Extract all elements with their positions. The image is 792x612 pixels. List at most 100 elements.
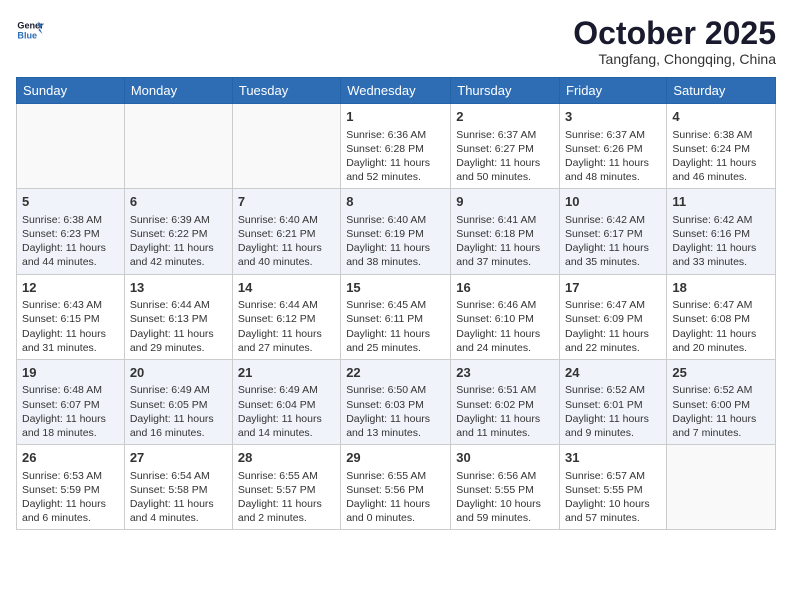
day-number: 4 (672, 108, 770, 126)
calendar-week-row: 5Sunrise: 6:38 AM Sunset: 6:23 PM Daylig… (17, 189, 776, 274)
calendar-cell: 21Sunrise: 6:49 AM Sunset: 6:04 PM Dayli… (232, 359, 340, 444)
day-info: Sunrise: 6:38 AM Sunset: 6:23 PM Dayligh… (22, 214, 106, 269)
calendar-cell: 29 Sunrise: 6:55 AM Sunset: 5:56 PM Dayli… (341, 445, 451, 530)
day-info: Sunrise: 6:56 AM Sunset: 5:55 PM Dayligh… (456, 470, 541, 525)
day-info: Sunrise: 6:49 AM Sunset: 6:05 PM Dayligh… (130, 384, 214, 439)
day-info: Sunrise: 6:47 AM Sunset: 6:09 PM Dayligh… (565, 299, 649, 354)
day-info: Sunrise: 6:44 AM Sunset: 6:13 PM Dayligh… (130, 299, 214, 354)
day-info: Sunrise: 6:39 AM Sunset: 6:22 PM Dayligh… (130, 214, 214, 269)
calendar-cell: 15Sunrise: 6:45 AM Sunset: 6:11 PM Dayli… (341, 274, 451, 359)
day-number: 29 (346, 449, 445, 467)
day-info: Sunrise: 6:47 AM Sunset: 6:08 PM Dayligh… (672, 299, 756, 354)
day-info: Sunrise: 6:44 AM Sunset: 6:12 PM Dayligh… (238, 299, 322, 354)
calendar-cell: 10 Sunrise: 6:42 AM Sunset: 6:17 PM Dayli… (560, 189, 667, 274)
day-info: Sunrise: 6:37 AM Sunset: 6:26 PM Dayligh… (565, 129, 649, 184)
calendar-cell: 27 Sunrise: 6:54 AM Sunset: 5:58 PM Dayli… (124, 445, 232, 530)
calendar-cell: 11 Sunrise: 6:42 AM Sunset: 6:16 PM Dayli… (667, 189, 776, 274)
col-sunday: Sunday (17, 78, 125, 104)
day-info: Sunrise: 6:57 AM Sunset: 5:55 PM Dayligh… (565, 470, 650, 525)
day-number: 8 (346, 193, 445, 211)
day-number: 26 (22, 449, 119, 467)
day-info: Sunrise: 6:52 AM Sunset: 6:01 PM Dayligh… (565, 384, 649, 439)
header: General Blue October 2025 Tangfang, Chon… (16, 16, 776, 67)
day-number: 17 (565, 279, 661, 297)
calendar-cell: 28Sunrise: 6:55 AM Sunset: 5:57 PM Dayli… (232, 445, 340, 530)
day-number: 25 (672, 364, 770, 382)
calendar-week-row: 12Sunrise: 6:43 AM Sunset: 6:15 PM Dayli… (17, 274, 776, 359)
day-info: Sunrise: 6:42 AM Sunset: 6:17 PM Dayligh… (565, 214, 649, 269)
calendar-cell: 17 Sunrise: 6:47 AM Sunset: 6:09 PM Dayli… (560, 274, 667, 359)
day-number: 6 (130, 193, 227, 211)
day-number: 18 (672, 279, 770, 297)
day-number: 3 (565, 108, 661, 126)
day-info: Sunrise: 6:41 AM Sunset: 6:18 PM Dayligh… (456, 214, 540, 269)
calendar-cell: 8Sunrise: 6:40 AM Sunset: 6:19 PM Daylig… (341, 189, 451, 274)
calendar-cell: 23 Sunrise: 6:51 AM Sunset: 6:02 PM Dayli… (451, 359, 560, 444)
calendar-cell: 1 Sunrise: 6:36 AM Sunset: 6:28 PM Daylig… (341, 104, 451, 189)
day-info: Sunrise: 6:54 AM Sunset: 5:58 PM Dayligh… (130, 470, 214, 525)
day-number: 24 (565, 364, 661, 382)
day-info: Sunrise: 6:52 AM Sunset: 6:00 PM Dayligh… (672, 384, 756, 439)
logo-icon: General Blue (16, 16, 44, 44)
calendar-cell: 20 Sunrise: 6:49 AM Sunset: 6:05 PM Dayli… (124, 359, 232, 444)
month-title: October 2025 (573, 16, 776, 51)
calendar-cell: 31 Sunrise: 6:57 AM Sunset: 5:55 PM Dayli… (560, 445, 667, 530)
col-saturday: Saturday (667, 78, 776, 104)
day-info: Sunrise: 6:48 AM Sunset: 6:07 PM Dayligh… (22, 384, 106, 439)
day-number: 9 (456, 193, 554, 211)
day-info: Sunrise: 6:51 AM Sunset: 6:02 PM Dayligh… (456, 384, 540, 439)
day-number: 30 (456, 449, 554, 467)
day-info: Sunrise: 6:37 AM Sunset: 6:27 PM Dayligh… (456, 129, 540, 184)
day-info: Sunrise: 6:40 AM Sunset: 6:21 PM Dayligh… (238, 214, 322, 269)
day-info: Sunrise: 6:42 AM Sunset: 6:16 PM Dayligh… (672, 214, 756, 269)
day-number: 28 (238, 449, 335, 467)
day-info: Sunrise: 6:53 AM Sunset: 5:59 PM Dayligh… (22, 470, 106, 525)
day-number: 13 (130, 279, 227, 297)
calendar-week-row: 19Sunrise: 6:48 AM Sunset: 6:07 PM Dayli… (17, 359, 776, 444)
calendar-cell: 19Sunrise: 6:48 AM Sunset: 6:07 PM Dayli… (17, 359, 125, 444)
calendar-cell: 25 Sunrise: 6:52 AM Sunset: 6:00 PM Dayli… (667, 359, 776, 444)
col-monday: Monday (124, 78, 232, 104)
day-number: 14 (238, 279, 335, 297)
calendar-cell (232, 104, 340, 189)
svg-text:Blue: Blue (17, 30, 37, 40)
day-info: Sunrise: 6:55 AM Sunset: 5:56 PM Dayligh… (346, 470, 430, 525)
day-number: 23 (456, 364, 554, 382)
calendar-cell: 22 Sunrise: 6:50 AM Sunset: 6:03 PM Dayli… (341, 359, 451, 444)
day-info: Sunrise: 6:46 AM Sunset: 6:10 PM Dayligh… (456, 299, 540, 354)
calendar-cell: 5Sunrise: 6:38 AM Sunset: 6:23 PM Daylig… (17, 189, 125, 274)
day-number: 27 (130, 449, 227, 467)
page-container: General Blue October 2025 Tangfang, Chon… (0, 0, 792, 538)
calendar-cell: 12Sunrise: 6:43 AM Sunset: 6:15 PM Dayli… (17, 274, 125, 359)
day-number: 20 (130, 364, 227, 382)
day-number: 7 (238, 193, 335, 211)
col-thursday: Thursday (451, 78, 560, 104)
day-info: Sunrise: 6:49 AM Sunset: 6:04 PM Dayligh… (238, 384, 322, 439)
calendar-cell: 9 Sunrise: 6:41 AM Sunset: 6:18 PM Daylig… (451, 189, 560, 274)
day-number: 1 (346, 108, 445, 126)
day-info: Sunrise: 6:36 AM Sunset: 6:28 PM Dayligh… (346, 129, 430, 184)
day-number: 11 (672, 193, 770, 211)
day-info: Sunrise: 6:38 AM Sunset: 6:24 PM Dayligh… (672, 129, 756, 184)
calendar-cell: 6 Sunrise: 6:39 AM Sunset: 6:22 PM Daylig… (124, 189, 232, 274)
calendar-cell: 16 Sunrise: 6:46 AM Sunset: 6:10 PM Dayli… (451, 274, 560, 359)
day-info: Sunrise: 6:45 AM Sunset: 6:11 PM Dayligh… (346, 299, 430, 354)
calendar-week-row: 26 Sunrise: 6:53 AM Sunset: 5:59 PM Dayli… (17, 445, 776, 530)
day-info: Sunrise: 6:50 AM Sunset: 6:03 PM Dayligh… (346, 384, 430, 439)
calendar-cell: 13 Sunrise: 6:44 AM Sunset: 6:13 PM Dayli… (124, 274, 232, 359)
calendar-cell (124, 104, 232, 189)
header-row: Sunday Monday Tuesday Wednesday Thursday… (17, 78, 776, 104)
day-number: 31 (565, 449, 661, 467)
day-number: 10 (565, 193, 661, 211)
calendar-cell: 14 Sunrise: 6:44 AM Sunset: 6:12 PM Dayli… (232, 274, 340, 359)
day-number: 22 (346, 364, 445, 382)
calendar-cell: 7 Sunrise: 6:40 AM Sunset: 6:21 PM Daylig… (232, 189, 340, 274)
col-tuesday: Tuesday (232, 78, 340, 104)
day-number: 12 (22, 279, 119, 297)
title-block: October 2025 Tangfang, Chongqing, China (573, 16, 776, 67)
calendar-cell: 3 Sunrise: 6:37 AM Sunset: 6:26 PM Daylig… (560, 104, 667, 189)
day-number: 16 (456, 279, 554, 297)
logo: General Blue (16, 16, 44, 44)
col-friday: Friday (560, 78, 667, 104)
location: Tangfang, Chongqing, China (573, 51, 776, 67)
